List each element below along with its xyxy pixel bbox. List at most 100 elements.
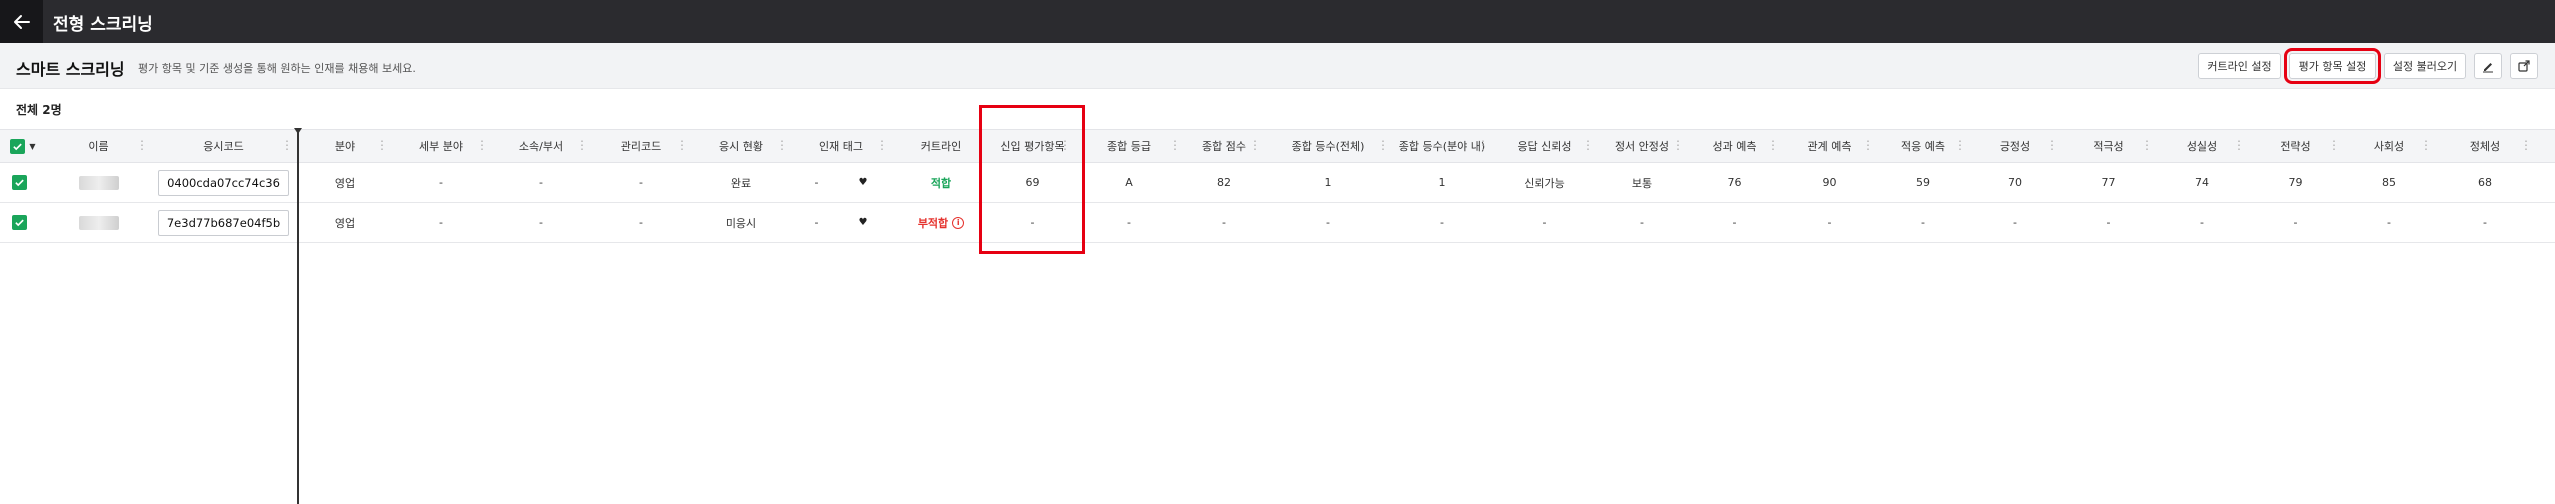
cell: - — [439, 216, 443, 229]
header-label: 사회성 — [2373, 140, 2405, 153]
header-rank-field[interactable]: 종합 등수(분야 내) ⋮ — [1392, 130, 1492, 162]
status-cell: 완료 — [730, 176, 752, 190]
column-menu-icon[interactable]: ⋮ — [1169, 139, 1181, 151]
column-menu-icon[interactable]: ⋮ — [281, 139, 293, 151]
header-name[interactable]: 이름 ⋮ — [46, 130, 151, 162]
export-button[interactable] — [2510, 53, 2538, 79]
cell: - — [1127, 216, 1131, 229]
header-subfield[interactable]: 세부 분야 ⋮ — [391, 130, 491, 162]
column-menu-icon[interactable]: ⋮ — [1477, 139, 1489, 151]
eval-items-settings-button[interactable]: 평가 항목 설정 — [2284, 48, 2381, 84]
header-strategy[interactable]: 전략성 ⋮ — [2248, 130, 2343, 162]
header-label: 관계 예측 — [1807, 140, 1852, 153]
header-diligence[interactable]: 성실성 ⋮ — [2156, 130, 2248, 162]
cell: - — [1440, 216, 1444, 229]
talent-tag-cell[interactable]: - ♥ — [791, 203, 891, 242]
header-overall-grade[interactable]: 종합 등급 ⋮ — [1074, 130, 1184, 162]
header-positivity[interactable]: 긍정성 ⋮ — [1969, 130, 2061, 162]
page-title: 스마트 스크리닝 — [16, 60, 125, 79]
cutline-cell: 적합 — [891, 163, 991, 202]
header-code[interactable]: 응시코드 ⋮ — [151, 130, 296, 162]
cell: - — [539, 216, 543, 229]
row-select[interactable] — [0, 163, 46, 202]
frozen-column-divider[interactable] — [297, 129, 299, 504]
column-menu-icon[interactable]: ⋮ — [1582, 139, 1594, 151]
select-all-column[interactable]: ▼ — [0, 130, 46, 162]
select-all-checkbox[interactable] — [10, 138, 26, 154]
cell: - — [2200, 216, 2204, 229]
column-menu-icon[interactable]: ⋮ — [876, 139, 888, 151]
edit-button[interactable] — [2474, 53, 2502, 79]
header-performance[interactable]: 성과 예측 ⋮ — [1687, 130, 1782, 162]
column-menu-icon[interactable]: ⋮ — [1377, 139, 1389, 151]
header-label: 종합 등급 — [1107, 140, 1151, 153]
column-menu-icon[interactable]: ⋮ — [576, 139, 588, 151]
header-department[interactable]: 소속/부서 ⋮ — [491, 130, 591, 162]
caret-down-icon[interactable]: ▼ — [29, 142, 35, 151]
column-menu-icon[interactable]: ⋮ — [376, 139, 388, 151]
column-menu-icon[interactable]: ⋮ — [1059, 139, 1071, 151]
total-count: 전체 2명 — [16, 103, 62, 117]
career-line-settings-button[interactable]: 커트라인 설정 — [2198, 53, 2281, 79]
code-value[interactable]: 0400cda07cc74c36 — [158, 169, 289, 196]
column-menu-icon[interactable]: ⋮ — [2233, 139, 2245, 151]
header-cutline[interactable]: 커트라인 — [891, 130, 991, 162]
header-label: 적극성 — [2093, 140, 2124, 153]
header-proactivity[interactable]: 적극성 ⋮ — [2061, 130, 2156, 162]
cell: - — [539, 176, 543, 189]
column-menu-icon[interactable]: ⋮ — [1862, 139, 1874, 151]
info-icon[interactable]: i — [952, 216, 965, 229]
row-select[interactable] — [0, 203, 46, 242]
cell: 1 — [1438, 176, 1446, 189]
code-cell: 0400cda07cc74c36 — [151, 163, 296, 202]
row-checkbox[interactable] — [12, 175, 27, 190]
header-adaptation[interactable]: 적응 예측 ⋮ — [1877, 130, 1969, 162]
column-menu-icon[interactable]: ⋮ — [676, 139, 688, 151]
header-reliability[interactable]: 응답 신뢰성 ⋮ — [1492, 130, 1597, 162]
heart-icon[interactable]: ♥ — [859, 217, 868, 228]
table-row[interactable]: 7e3d77b687e04f5b 영업 - - - 미응시 - ♥ 부적합 i … — [0, 203, 2555, 243]
column-menu-icon[interactable]: ⋮ — [2046, 139, 2058, 151]
table-row[interactable]: 0400cda07cc74c36 영업 - - - 완료 - ♥ 적합 69 A… — [0, 163, 2555, 203]
header-rank-total[interactable]: 종합 등수(전체) ⋮ — [1264, 130, 1392, 162]
talent-tag-cell[interactable]: - ♥ — [791, 163, 891, 202]
app-title: 전형 스크리닝 — [53, 15, 153, 35]
header-emotional-stability[interactable]: 정서 안정성 ⋮ — [1597, 130, 1687, 162]
cell: 영업 — [334, 216, 356, 230]
heart-icon[interactable]: ♥ — [859, 177, 868, 188]
cell: 77 — [2101, 176, 2116, 189]
column-menu-icon[interactable]: ⋮ — [2328, 139, 2340, 151]
column-menu-icon[interactable]: ⋮ — [776, 139, 788, 151]
load-settings-button[interactable]: 설정 불러오기 — [2384, 53, 2466, 79]
export-icon — [2518, 60, 2530, 72]
header-relationship[interactable]: 관계 예측 ⋮ — [1782, 130, 1877, 162]
column-menu-icon[interactable]: ⋮ — [2520, 139, 2532, 151]
column-menu-icon[interactable]: ⋮ — [476, 139, 488, 151]
column-menu-icon[interactable]: ⋮ — [1767, 139, 1779, 151]
column-menu-icon[interactable]: ⋮ — [136, 139, 148, 151]
header-sociability[interactable]: 사회성 ⋮ — [2343, 130, 2435, 162]
cell: - — [639, 176, 643, 189]
cell: - — [1222, 216, 1226, 229]
column-menu-icon[interactable]: ⋮ — [1954, 139, 1966, 151]
header-status[interactable]: 응시 현황 ⋮ — [691, 130, 791, 162]
header-field[interactable]: 분야 ⋮ — [299, 130, 391, 162]
cutline-cell: 부적합 i — [891, 203, 991, 242]
cell: - — [1030, 216, 1035, 229]
header-identity[interactable]: 정체성 ⋮ — [2435, 130, 2535, 162]
code-value[interactable]: 7e3d77b687e04f5b — [157, 209, 290, 236]
back-button[interactable] — [0, 0, 43, 43]
header-talent-tag[interactable]: 인재 태그 ⋮ — [791, 130, 891, 162]
header-mgmt-code[interactable]: 관리코드 ⋮ — [591, 130, 691, 162]
column-menu-icon[interactable]: ⋮ — [2141, 139, 2153, 151]
check-icon — [15, 179, 24, 187]
column-menu-icon[interactable]: ⋮ — [1672, 139, 1684, 151]
column-menu-icon[interactable]: ⋮ — [1249, 139, 1261, 151]
column-menu-icon[interactable]: ⋮ — [2420, 139, 2432, 151]
cell: - — [639, 216, 643, 229]
cell: - — [1732, 216, 1737, 229]
header-new-eval-items[interactable]: 신입 평가항목 ⋮ — [991, 130, 1074, 162]
row-checkbox[interactable] — [12, 215, 27, 230]
fit-status: 적합 — [930, 176, 952, 190]
header-overall-score[interactable]: 종합 점수 ⋮ — [1184, 130, 1264, 162]
